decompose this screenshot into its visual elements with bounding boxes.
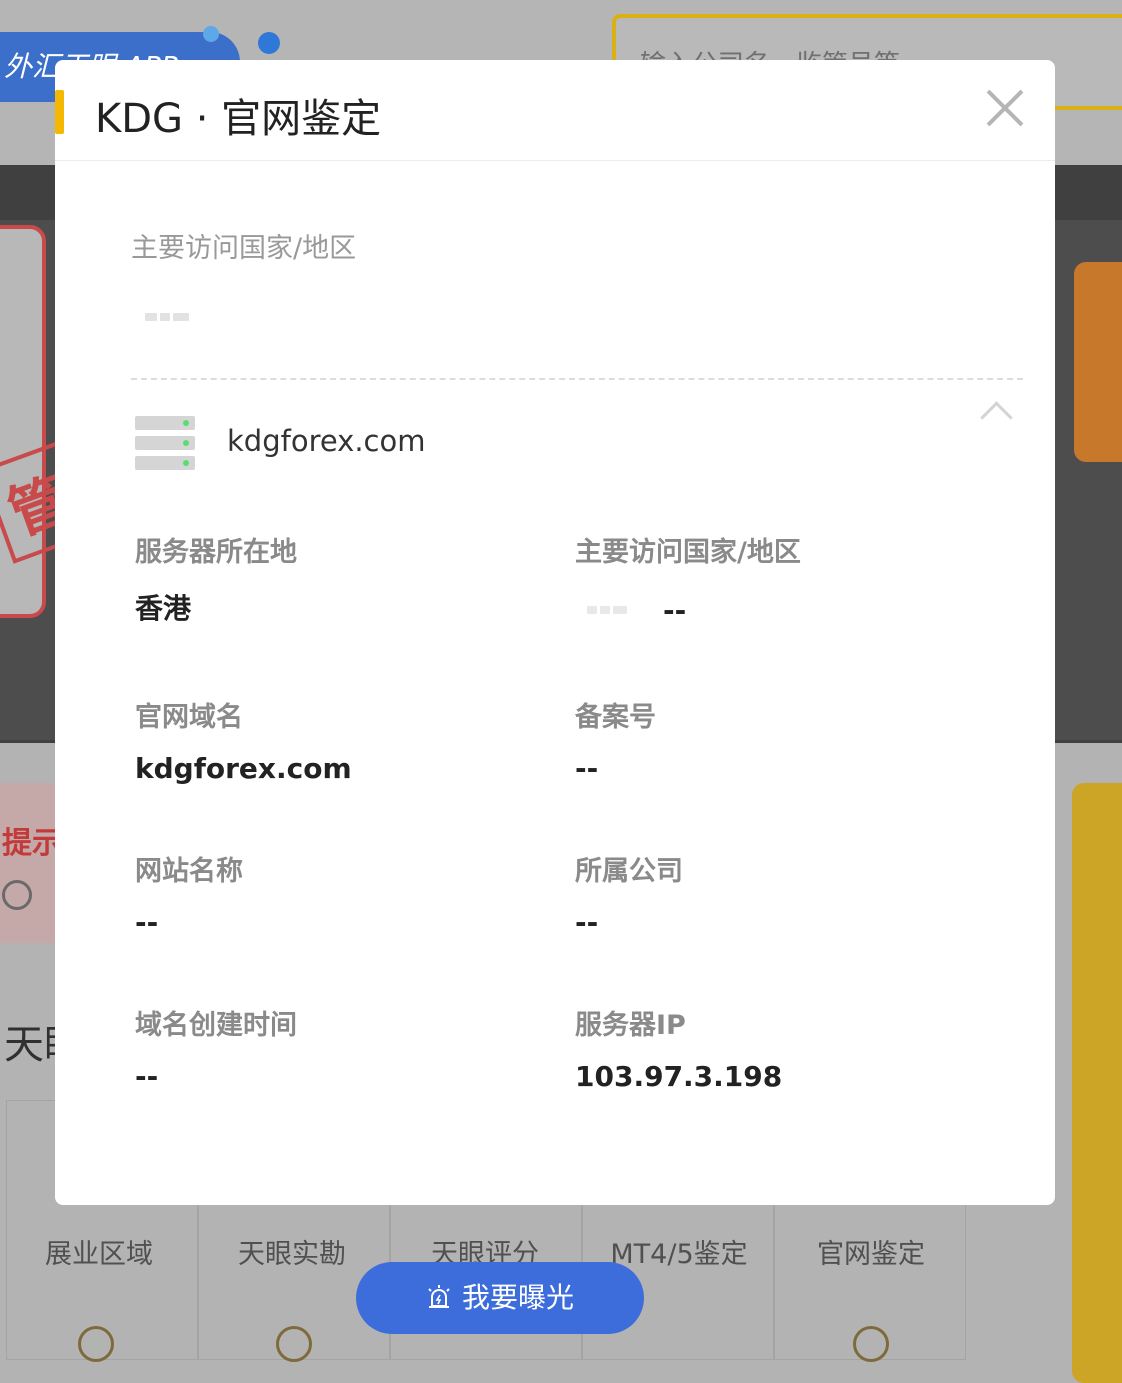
location-icon: [853, 1326, 889, 1362]
server-ip-label: 服务器IP: [575, 1010, 686, 1041]
chevron-up-icon[interactable]: [980, 401, 1013, 434]
tip-box: [0, 783, 60, 943]
modal-header: KDG · 官网鉴定: [55, 60, 1055, 161]
grid-label-field-survey[interactable]: 天眼实勘: [196, 1232, 388, 1271]
main-country-label: 主要访问国家/地区: [575, 537, 801, 568]
main-country-value: --: [663, 594, 687, 627]
country-region-label: 主要访问国家/地区: [131, 233, 357, 264]
server-icon: [135, 416, 195, 472]
icp-number-value: --: [575, 752, 599, 785]
server-location-value: 香港: [135, 592, 192, 625]
close-icon[interactable]: [985, 88, 1025, 128]
flag-placeholder-icon: [587, 605, 629, 615]
domain-created-value: --: [135, 1060, 159, 1093]
website-domain-label: 官网域名: [135, 702, 243, 733]
banner-dot-decoration: [203, 26, 219, 42]
title-accent-bar: [55, 90, 64, 134]
website-name-label: 网站名称: [135, 856, 243, 887]
modal-title: KDG · 官网鉴定: [95, 96, 382, 142]
search-icon: [276, 1326, 312, 1362]
alarm-icon: [428, 1285, 450, 1308]
promo-card-orange[interactable]: [1074, 262, 1122, 462]
grid-label-business-area[interactable]: 展业区域: [3, 1232, 195, 1271]
icp-number-label: 备案号: [575, 702, 656, 733]
expose-button[interactable]: 我要曝光: [356, 1262, 644, 1334]
divider: [131, 378, 1023, 380]
banner-dot-decoration: [258, 32, 280, 54]
website-domain-value: kdgforex.com: [135, 752, 352, 785]
domain-created-label: 域名创建时间: [135, 1010, 297, 1041]
website-verification-modal: KDG · 官网鉴定 主要访问国家/地区 kdgforex.com 服务器所在地…: [55, 60, 1055, 1205]
server-ip-value: 103.97.3.198: [575, 1060, 783, 1093]
company-value: --: [575, 906, 599, 939]
user-icon: [78, 1326, 114, 1362]
domain-heading: kdgforex.com: [227, 424, 426, 458]
check-circle-icon: [2, 880, 32, 910]
company-label: 所属公司: [575, 856, 683, 887]
promo-card-yellow[interactable]: [1072, 783, 1122, 1383]
grid-label-website[interactable]: 官网鉴定: [775, 1232, 967, 1271]
expose-button-label: 我要曝光: [461, 1281, 574, 1314]
server-location-label: 服务器所在地: [135, 537, 297, 568]
website-name-value: --: [135, 906, 159, 939]
map-placeholder-icon: [145, 310, 189, 324]
tip-label: 提示: [2, 826, 62, 861]
